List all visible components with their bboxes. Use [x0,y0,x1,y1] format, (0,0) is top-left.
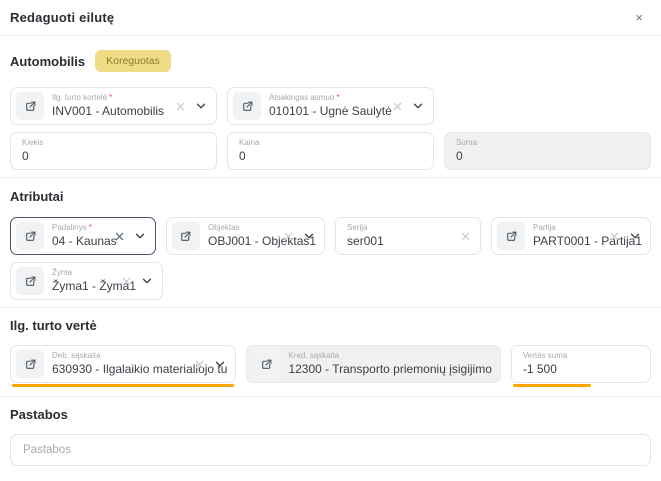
section-atributai-title: Atributai [10,189,64,204]
external-link-icon [25,231,35,241]
external-link-icon [242,101,252,111]
field-label: Suma [456,137,477,147]
open-deb-saskaita-button[interactable] [16,350,44,378]
chevron-down-icon[interactable] [214,358,226,370]
chevron-down-icon[interactable] [141,275,153,287]
warning-underline [512,384,591,387]
kaina-field[interactable]: Kaina [227,132,434,170]
deb-saskaita-field[interactable]: Deb. sąskaita 630930 - Ilgalaikio materi… [10,345,237,387]
clear-icon[interactable] [194,359,205,370]
row-zyma: Žyma Žyma1 - Žyma1 [10,262,651,300]
objektas-field[interactable]: Objektas OBJ001 - Objektas1 [165,217,326,255]
modal-title: Redaguoti eilutę [10,10,115,25]
open-objektas-button[interactable] [171,222,200,250]
external-link-icon [25,276,35,286]
serija-input[interactable] [347,232,473,250]
kred-saskaita-field: Kred. sąskaita 12300 - Transporto priemo… [246,345,501,383]
pastabos-input[interactable] [10,434,651,466]
modal-footer: Išsaugoti [10,466,651,481]
chevron-down-icon[interactable] [303,230,315,242]
serija-field[interactable]: Serija [335,217,482,255]
divider [0,307,661,308]
external-link-icon [506,231,516,241]
section-automobilis: Automobilis Koreguotas [10,50,651,72]
clear-icon[interactable] [114,231,125,242]
partija-field[interactable]: Partija PART0001 - Partija1 [491,217,651,255]
required-asterisk: * [336,92,340,102]
row-value-accounts: Deb. sąskaita 630930 - Ilgalaikio materi… [10,345,651,387]
kiekis-input[interactable] [22,147,208,165]
field-label: Vertės suma [522,350,568,360]
clear-icon[interactable] [121,276,132,287]
clear-icon[interactable] [460,231,471,242]
chevron-down-icon[interactable] [195,100,207,112]
edit-row-modal: Redaguoti eilutę × Automobilis Koreguota… [0,0,661,481]
section-ilg-turto-verte-title: Ilg. turto vertė [10,318,97,333]
field-label: Kaina [239,137,260,147]
kaina-input[interactable] [239,147,425,165]
open-kred-saskaita-button[interactable] [252,350,281,378]
clear-icon[interactable] [609,231,620,242]
section-ilg-turto-verte: Ilg. turto vertė [10,318,651,333]
vertes-suma-field[interactable]: Vertės suma [510,345,651,387]
row-main-selects: Ilg. turto kortelė * INV001 - Automobilis… [10,87,651,125]
suma-field: Suma 0 [444,132,651,170]
open-atsakingas-asmuo-button[interactable] [233,92,261,120]
warning-underline [12,384,235,387]
clear-icon[interactable] [175,101,186,112]
field-label: Serija [347,222,368,232]
field-value: 12300 - Transporto priemonių įsigijimo [288,361,492,376]
field-label: Kred. sąskaita [288,350,340,360]
divider [0,396,661,397]
atsakingas-asmuo-field[interactable]: Atsakingas asmuo * 010101 - Ugnė Saulytė [227,87,434,125]
external-link-icon [181,231,191,241]
section-pastabos: Pastabos [10,407,651,422]
section-automobilis-title: Automobilis [10,53,86,69]
chevron-down-icon[interactable] [412,100,424,112]
external-link-icon [25,101,35,111]
open-partija-button[interactable] [497,222,526,250]
clear-icon[interactable] [283,231,294,242]
modal-header: Redaguoti eilutę × [0,0,661,36]
close-icon[interactable]: × [631,9,647,26]
open-zyma-button[interactable] [16,267,44,295]
external-link-icon [262,359,272,369]
required-asterisk: * [88,222,92,232]
vertes-suma-input[interactable] [522,360,642,378]
modal-body: Automobilis Koreguotas Ilg. turto kortel… [0,36,661,481]
divider [0,177,661,178]
zyma-field[interactable]: Žyma Žyma1 - Žyma1 [10,262,163,300]
status-badge: Koreguotas [95,50,171,72]
chevron-down-icon[interactable] [629,230,641,242]
section-pastabos-title: Pastabos [10,407,68,422]
field-value: 0 [456,148,463,163]
external-link-icon [25,359,35,369]
required-asterisk: * [109,92,113,102]
row-amounts: Kiekis Kaina Suma 0 [10,132,651,170]
section-atributai: Atributai [10,189,651,204]
row-attributes: Padalinys * 04 - Kaunas Objektas OBJ001 -… [10,217,651,255]
clear-icon[interactable] [392,101,403,112]
open-padalinys-button[interactable] [16,222,44,250]
ilg-turto-kortele-field[interactable]: Ilg. turto kortelė * INV001 - Automobilis [10,87,217,125]
kiekis-field[interactable]: Kiekis [10,132,217,170]
chevron-down-icon[interactable] [134,230,146,242]
open-ilg-turto-kortele-button[interactable] [16,92,44,120]
padalinys-field[interactable]: Padalinys * 04 - Kaunas [10,217,156,255]
field-label: Kiekis [22,137,44,147]
